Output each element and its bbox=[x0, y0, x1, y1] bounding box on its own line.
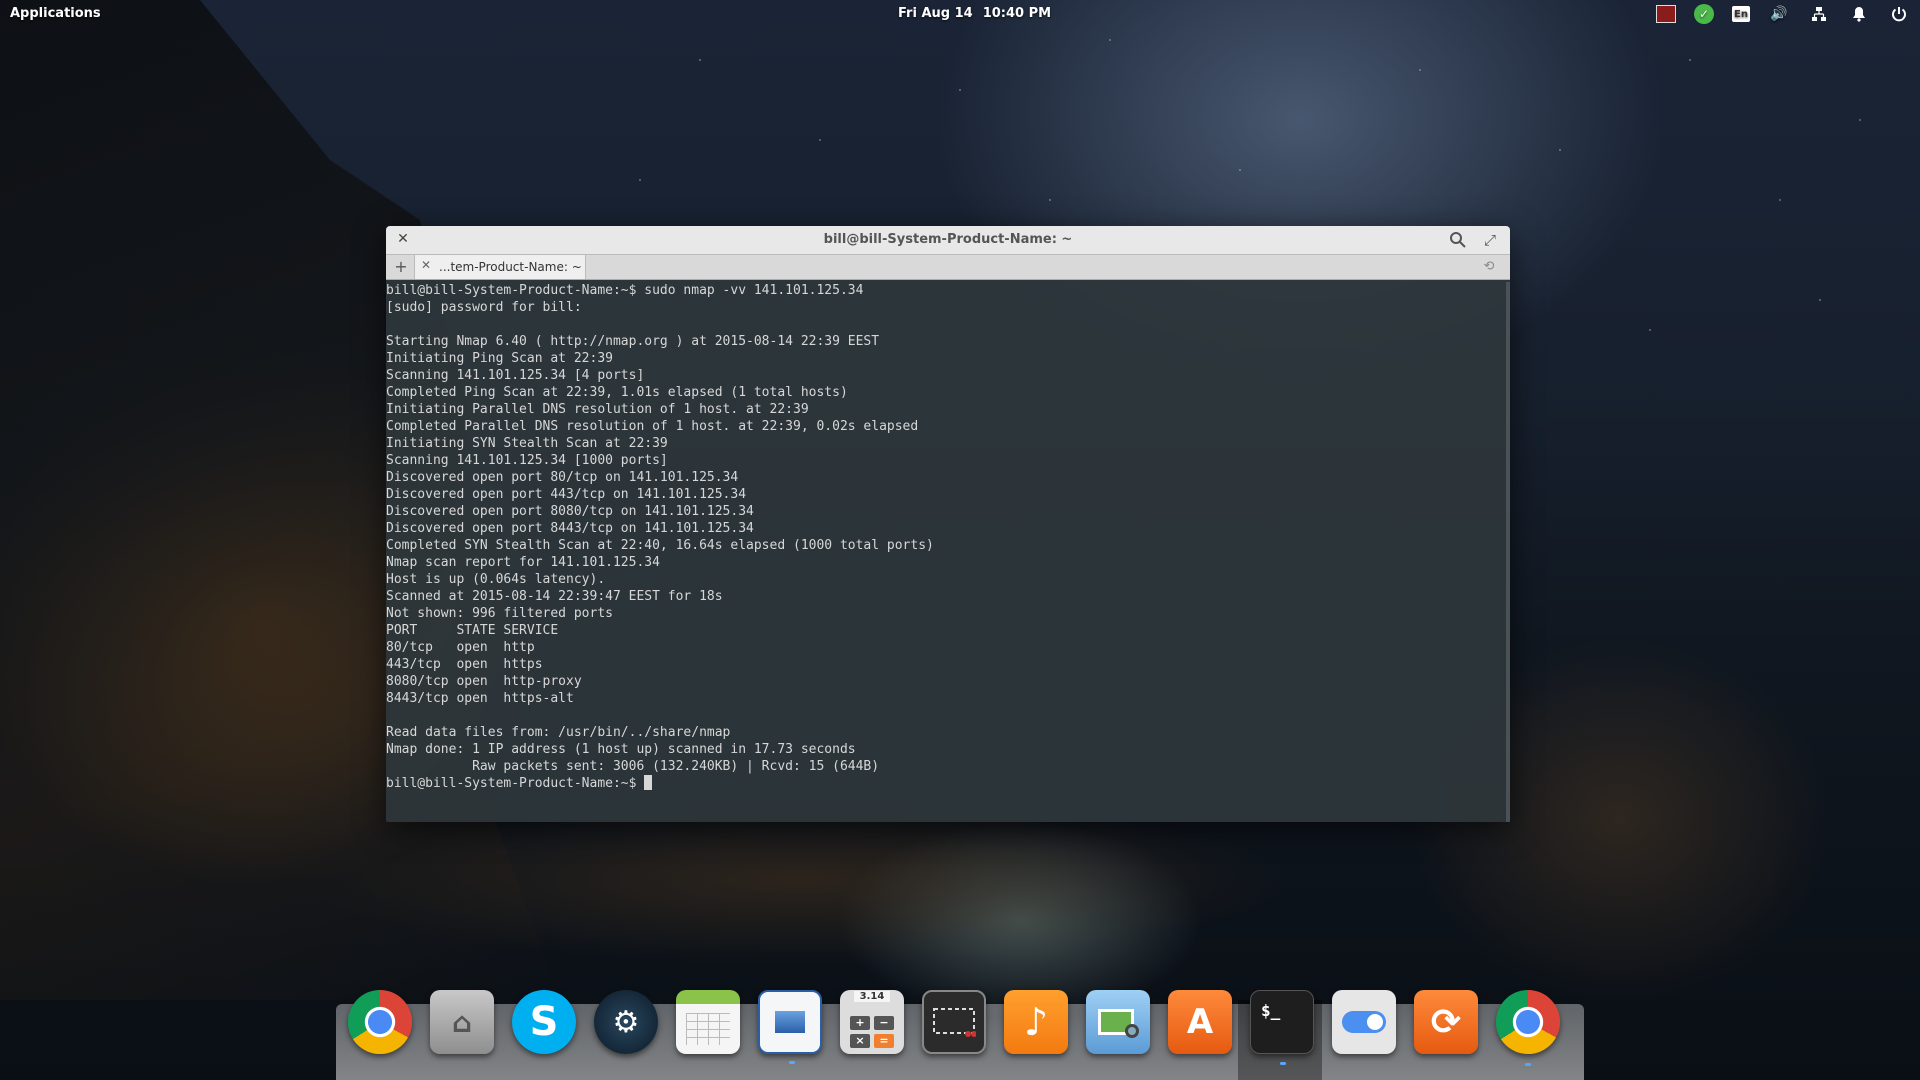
keyboard-layout-indicator[interactable]: En bbox=[1732, 6, 1750, 22]
terminal-line: Discovered open port 80/tcp on 141.101.1… bbox=[386, 470, 739, 485]
terminal-line: Scanning 141.101.125.34 [4 ports] bbox=[386, 368, 645, 383]
dock: ⌂ S ⚙ 3.14 + − × = ♪ A $_ ⟳ bbox=[336, 990, 1584, 1080]
terminal-line: Discovered open port 8080/tcp on 141.101… bbox=[386, 504, 754, 519]
terminal-prompt: bill@bill-System-Product-Name:~$ bbox=[386, 776, 645, 791]
terminal-output[interactable]: bill@bill-System-Product-Name:~$ sudo nm… bbox=[386, 282, 1506, 822]
network-icon[interactable] bbox=[1808, 4, 1830, 24]
terminal-line: PORT STATE SERVICE bbox=[386, 623, 559, 638]
running-indicator bbox=[1525, 1063, 1531, 1066]
terminal-line: [sudo] password for bill: bbox=[386, 300, 582, 315]
date-label: Fri Aug 14 bbox=[898, 6, 973, 21]
terminal-line: bill@bill-System-Product-Name:~$ sudo nm… bbox=[386, 283, 864, 298]
tab-label: ...tem-Product-Name: ~ bbox=[439, 260, 582, 274]
notifications-bell-icon[interactable] bbox=[1848, 4, 1870, 24]
terminal-tab[interactable]: ✕ ...tem-Product-Name: ~ bbox=[414, 255, 586, 279]
photos-icon[interactable] bbox=[1086, 990, 1150, 1054]
settings-switch-icon[interactable] bbox=[1332, 990, 1396, 1054]
system-tray: ✓ En 🔊 bbox=[1656, 4, 1910, 24]
terminal-line: 8080/tcp open http-proxy bbox=[386, 674, 582, 689]
terminal-line: Completed Parallel DNS resolution of 1 h… bbox=[386, 419, 919, 434]
text-cursor bbox=[644, 775, 653, 790]
datetime-indicator[interactable]: Fri Aug 14 10:40 PM bbox=[898, 6, 1061, 21]
music-player-icon[interactable]: ♪ bbox=[1004, 990, 1068, 1054]
terminal-line: Discovered open port 8443/tcp on 141.101… bbox=[386, 521, 754, 536]
terminal-line: Starting Nmap 6.40 ( http://nmap.org ) a… bbox=[386, 334, 880, 349]
terminal-line: Completed SYN Stealth Scan at 22:40, 16.… bbox=[386, 538, 934, 553]
terminal-line: Nmap scan report for 141.101.125.34 bbox=[386, 555, 660, 570]
tab-bar: + ✕ ...tem-Product-Name: ~ ⟲ bbox=[386, 255, 1510, 280]
terminal-line: Scanned at 2015-08-14 22:39:47 EEST for … bbox=[386, 589, 723, 604]
terminal-window[interactable]: ✕ bill@bill-System-Product-Name: ~ ⤢ + ✕… bbox=[386, 226, 1510, 822]
terminal-line: Read data files from: /usr/bin/../share/… bbox=[386, 725, 731, 740]
update-manager-icon[interactable]: ⟳ bbox=[1414, 990, 1478, 1054]
screen-recorder-icon[interactable] bbox=[1656, 5, 1676, 23]
terminal-glyph: $_ bbox=[1261, 1001, 1281, 1020]
top-panel: Applications Fri Aug 14 10:40 PM ✓ En 🔊 bbox=[0, 0, 1920, 28]
document-viewer-icon[interactable] bbox=[758, 990, 822, 1064]
applications-menu[interactable]: Applications bbox=[10, 6, 101, 21]
terminal-line: Completed Ping Scan at 22:39, 1.01s elap… bbox=[386, 385, 848, 400]
power-icon[interactable] bbox=[1888, 4, 1910, 24]
terminal-line: Initiating Ping Scan at 22:39 bbox=[386, 351, 613, 366]
terminal-line: Initiating SYN Stealth Scan at 22:39 bbox=[386, 436, 668, 451]
terminal-line: Discovered open port 443/tcp on 141.101.… bbox=[386, 487, 747, 502]
new-tab-button[interactable]: + bbox=[392, 257, 410, 277]
calculator-icon[interactable]: 3.14 + − × = bbox=[840, 990, 904, 1054]
history-icon[interactable]: ⟲ bbox=[1480, 258, 1498, 276]
volume-icon[interactable]: 🔊 bbox=[1768, 4, 1790, 24]
terminal-line: 8443/tcp open https-alt bbox=[386, 691, 574, 706]
chrome-icon[interactable] bbox=[348, 990, 412, 1054]
terminal-icon[interactable]: $_ bbox=[1250, 990, 1314, 1065]
files-icon[interactable]: ⌂ bbox=[430, 990, 494, 1054]
calculator-display: 3.14 bbox=[853, 990, 891, 1002]
wallpaper-rocks bbox=[200, 800, 1600, 1000]
calendar-icon[interactable] bbox=[676, 990, 740, 1054]
search-icon[interactable] bbox=[1448, 230, 1468, 250]
screenshot-tool-icon[interactable] bbox=[922, 990, 986, 1054]
skype-icon[interactable]: S bbox=[512, 990, 576, 1054]
terminal-line: Scanning 141.101.125.34 [1000 ports] bbox=[386, 453, 668, 468]
terminal-line: Not shown: 996 filtered ports bbox=[386, 606, 613, 621]
steam-icon[interactable]: ⚙ bbox=[594, 990, 658, 1054]
app-center-icon[interactable]: A bbox=[1168, 990, 1232, 1054]
terminal-prompt-line: bill@bill-System-Product-Name:~$ bbox=[386, 775, 1506, 792]
terminal-line: Initiating Parallel DNS resolution of 1 … bbox=[386, 402, 809, 417]
close-tab-icon[interactable]: ✕ bbox=[421, 258, 431, 272]
terminal-line: Host is up (0.064s latency). bbox=[386, 572, 606, 587]
security-check-icon[interactable]: ✓ bbox=[1694, 4, 1714, 24]
window-titlebar[interactable]: ✕ bill@bill-System-Product-Name: ~ ⤢ bbox=[386, 226, 1510, 255]
maximize-icon[interactable]: ⤢ bbox=[1480, 230, 1500, 250]
terminal-line: 80/tcp open http bbox=[386, 640, 535, 655]
running-indicator bbox=[1280, 1062, 1286, 1065]
terminal-line: Nmap done: 1 IP address (1 host up) scan… bbox=[386, 742, 856, 757]
window-title: bill@bill-System-Product-Name: ~ bbox=[823, 232, 1073, 247]
running-indicator bbox=[789, 1061, 795, 1064]
chrome-icon[interactable] bbox=[1496, 990, 1560, 1066]
terminal-line: 443/tcp open https bbox=[386, 657, 543, 672]
scrollbar[interactable] bbox=[1506, 282, 1510, 822]
time-label: 10:40 PM bbox=[982, 6, 1052, 21]
terminal-line: Raw packets sent: 3006 (132.240KB) | Rcv… bbox=[386, 759, 880, 774]
